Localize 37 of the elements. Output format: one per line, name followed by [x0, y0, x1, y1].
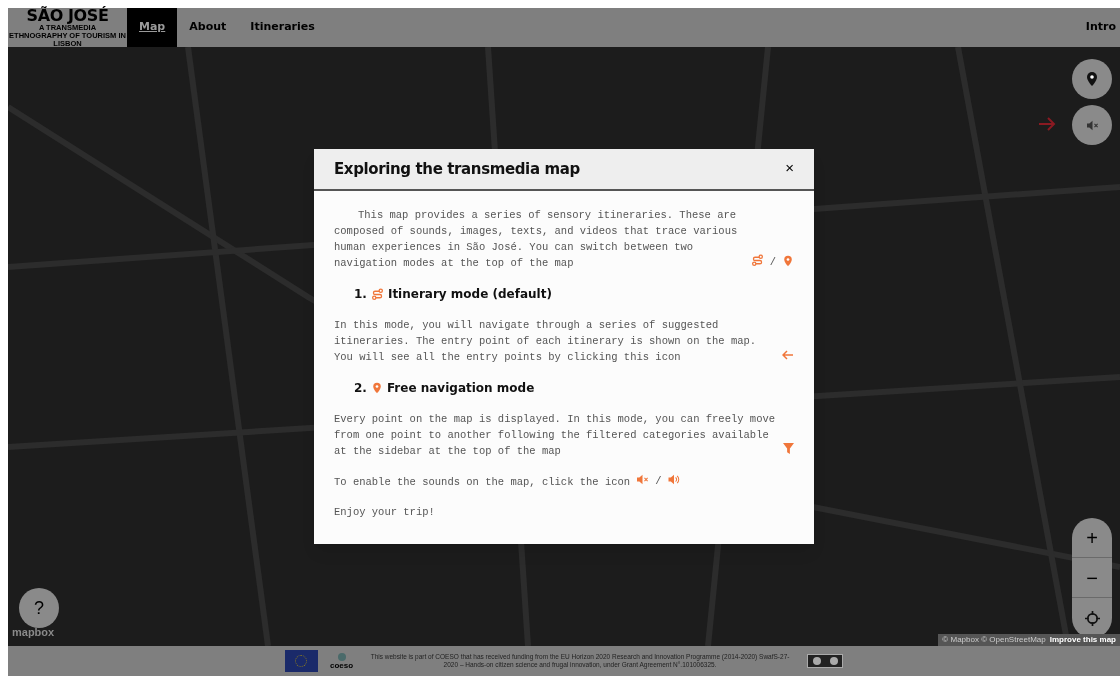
logo-title: SÃO JOSÉ: [26, 7, 109, 24]
coeso-logo-icon: [336, 652, 347, 662]
zoom-out-button[interactable]: −: [1072, 558, 1112, 598]
body-text: Enjoy your trip!: [334, 505, 435, 520]
body-text: In this mode, you will navigate through a series of suggested itineraries. The entry point of each itinerary is shown on the map. You will see all the entry points by clicking this icon: [334, 318, 758, 365]
coeso-logo-text: coeso: [329, 662, 354, 670]
heading-number: 1.: [354, 286, 367, 303]
mute-icon: [1085, 119, 1099, 131]
body-text: Every point on the map is displayed. In this mode, you can freely move from one point to another following the filtered categories available at the sidebar at the top of the map: [334, 412, 777, 459]
body-text: This map provides a series of sensory itineraries. These are composed of sounds, images, texts, and videos that trace various human experiences in São José. You can switch between two navigation modes at the top of the map: [334, 208, 739, 271]
mute-icon: [636, 474, 650, 485]
map-pin-icon: [1084, 71, 1100, 87]
heading-number: 2.: [354, 380, 367, 397]
nav-tab[interactable]: Map: [127, 8, 178, 47]
separator: /: [769, 256, 776, 268]
attribution-text: © Mapbox © OpenStreetMap: [942, 634, 1046, 646]
intro-link[interactable]: Intro: [1085, 19, 1120, 36]
body-text: To enable the sounds on the map, click the icon: [334, 475, 631, 490]
route-icon: [370, 287, 384, 301]
route-icon: [750, 254, 764, 267]
separator: /: [655, 475, 662, 487]
arrow-left-icon: [782, 350, 794, 360]
nav-tab[interactable]: About: [177, 8, 239, 47]
modal-title: Exploring the transmedia map: [334, 158, 580, 180]
eu-flag-icon: [284, 650, 318, 672]
filter-icon: [783, 443, 794, 454]
zoom-in-button[interactable]: +: [1072, 518, 1112, 558]
map-pin-icon: [370, 382, 383, 394]
volume-icon: [667, 474, 682, 485]
close-button[interactable]: ×: [785, 157, 794, 180]
nav-tab[interactable]: Itineraries: [238, 8, 327, 47]
section-heading: Itinerary mode (default): [387, 286, 552, 303]
license-badge-icon: [807, 654, 844, 668]
crosshair-icon: [1084, 610, 1100, 626]
section-heading: Free navigation mode: [386, 380, 535, 397]
improve-map-link[interactable]: Improve this map: [1049, 634, 1116, 646]
map-pin-icon: [782, 255, 794, 267]
